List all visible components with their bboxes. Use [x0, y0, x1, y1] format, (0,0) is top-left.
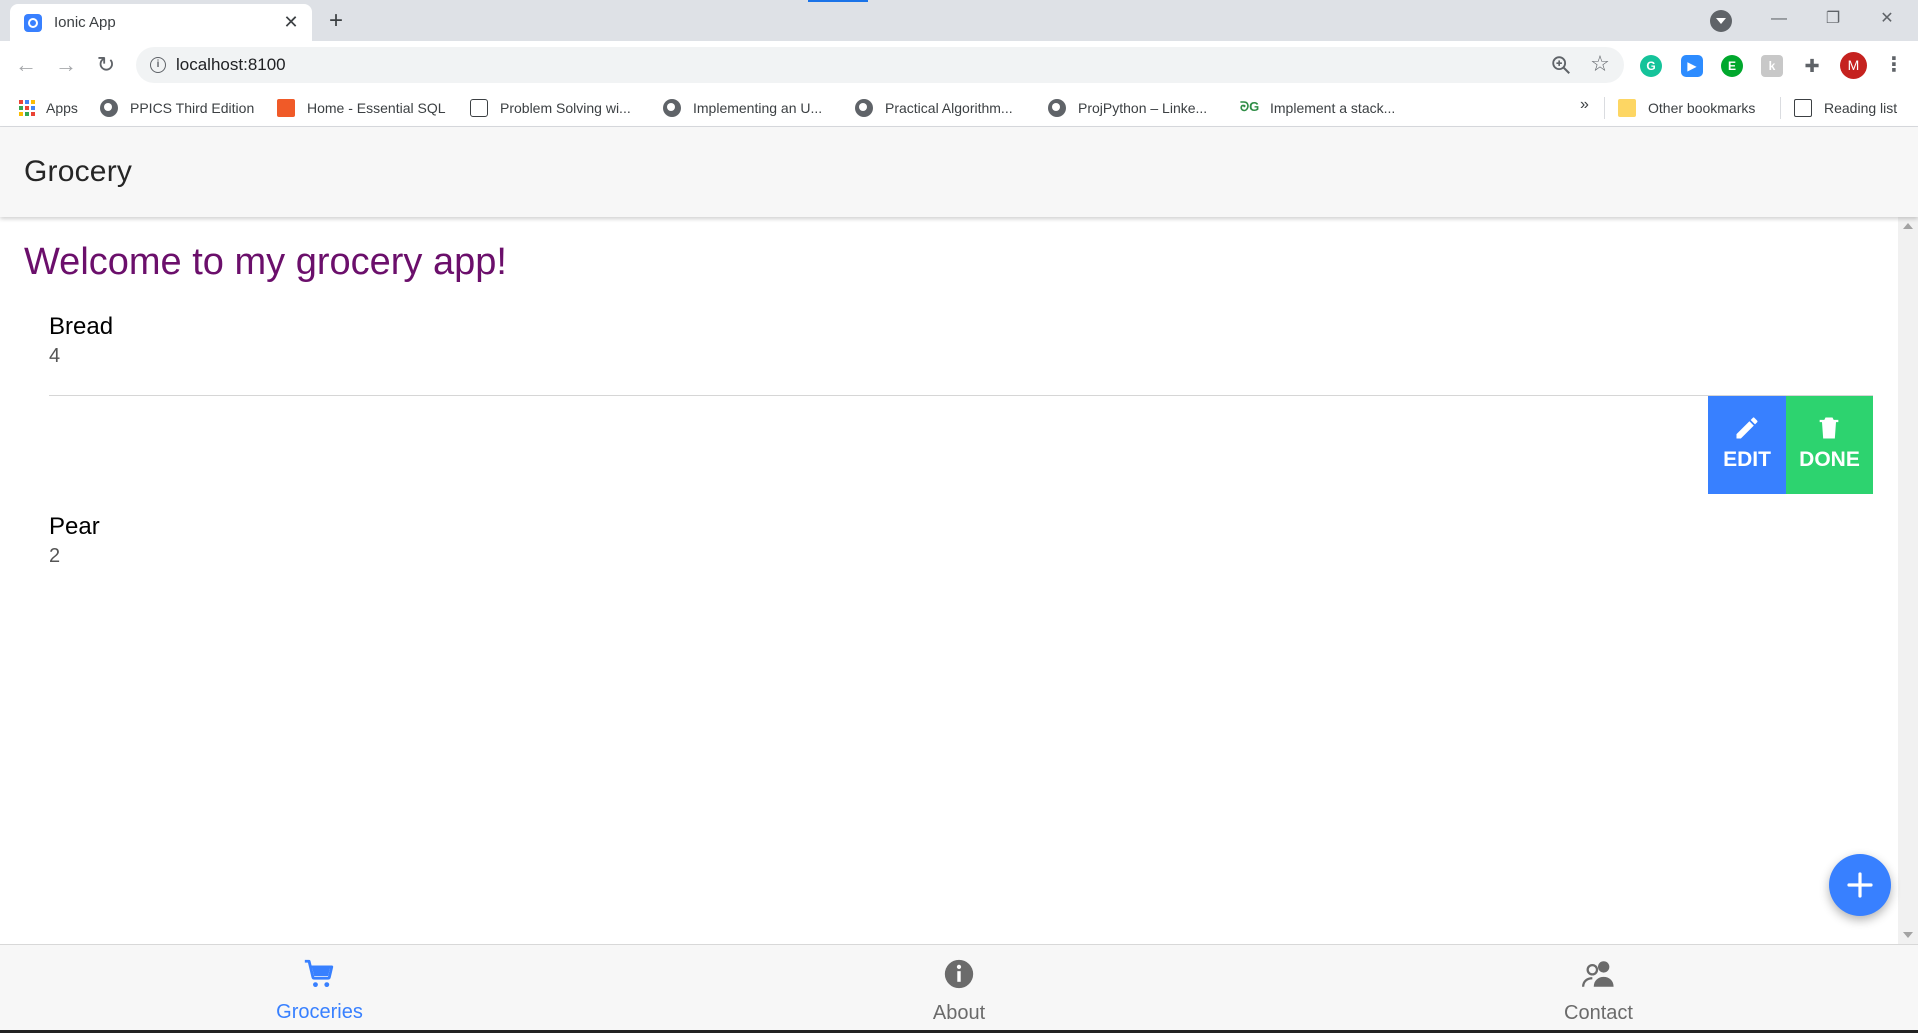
tab-about[interactable]: About	[639, 945, 1279, 1031]
extension-icon[interactable]: k	[1761, 55, 1783, 77]
bookmark-separator	[1604, 97, 1605, 119]
tab-title: Ionic App	[54, 14, 116, 31]
puzzle-extensions-icon[interactable]: ✚	[1801, 55, 1823, 77]
forward-arrow-icon[interactable]: →	[50, 49, 82, 81]
bookmark-label: Implement a stack...	[1270, 100, 1396, 116]
globe-icon	[663, 99, 681, 117]
globe-icon	[1048, 99, 1066, 117]
restore-button[interactable]: ❐	[1810, 4, 1856, 34]
welcome-heading: Welcome to my grocery app!	[24, 241, 507, 283]
browser-tab-strip: Ionic App ✕ + — ❐ ✕	[0, 0, 1918, 41]
sql-icon	[277, 99, 295, 117]
done-label: DONE	[1799, 448, 1860, 471]
trash-icon	[1819, 417, 1839, 439]
ionic-favicon-icon	[24, 14, 42, 32]
tab-label: About	[932, 1002, 986, 1024]
url-text[interactable]: localhost:8100	[176, 55, 286, 75]
tab-groceries[interactable]: Groceries	[0, 945, 639, 1031]
globe-icon	[100, 99, 118, 117]
item-quantity: 2	[49, 545, 61, 567]
profile-avatar[interactable]: M	[1840, 52, 1867, 79]
tab-label: Contact	[1564, 1002, 1633, 1024]
bookmark-label: Implementing an U...	[693, 100, 823, 116]
tab-contact[interactable]: Contact	[1279, 945, 1918, 1031]
edit-label: EDIT	[1723, 448, 1771, 471]
new-tab-button[interactable]: +	[322, 8, 350, 36]
reload-icon[interactable]: ↻	[90, 49, 122, 81]
item-quantity: 4	[49, 345, 61, 367]
zoom-icon[interactable]	[1550, 54, 1572, 76]
browser-menu-icon[interactable]: ⋮	[1882, 53, 1906, 77]
information-circle-icon	[944, 959, 974, 989]
edit-button[interactable]: EDIT	[1708, 396, 1786, 494]
bookmark-separator	[1780, 97, 1781, 119]
scroll-up-arrow-icon[interactable]	[1903, 223, 1913, 229]
add-icon	[1847, 872, 1873, 898]
bookmark-star-icon[interactable]: ☆	[1588, 52, 1612, 76]
scroll-down-arrow-icon[interactable]	[1903, 932, 1913, 938]
site-info-icon[interactable]: i	[150, 57, 166, 73]
tab-close-button[interactable]: ✕	[280, 11, 302, 33]
bookmark-label: Practical Algorithm...	[885, 100, 1013, 116]
list-item-bread[interactable]: Bread 4	[49, 313, 1873, 383]
reading-list-label: Reading list	[1824, 100, 1898, 116]
minimize-button[interactable]: —	[1756, 4, 1802, 34]
document-icon	[470, 99, 488, 117]
app-content: Welcome to my grocery app! Bread 4 EDIT …	[0, 217, 1898, 944]
people-icon	[1581, 961, 1614, 987]
cart-icon	[304, 959, 334, 988]
folder-icon	[1618, 99, 1636, 117]
browser-tab[interactable]: Ionic App ✕	[10, 4, 312, 41]
grammarly-icon[interactable]: G	[1640, 55, 1662, 77]
bookmark-label: Problem Solving wi...	[500, 100, 631, 116]
close-window-button[interactable]: ✕	[1864, 4, 1910, 34]
pencil-icon	[1736, 417, 1758, 439]
bookmark-label: Home - Essential SQL	[307, 100, 446, 116]
item-name: Pear	[49, 513, 100, 540]
app-header: Grocery	[0, 127, 1918, 217]
reading-list-icon	[1794, 99, 1812, 117]
page-title: Grocery	[24, 155, 133, 188]
bookmark-label: ProjPython – Linke...	[1078, 100, 1208, 116]
bookmarks-overflow-button[interactable]: »	[1580, 96, 1589, 116]
gfg-icon: ᘒG	[1240, 99, 1260, 114]
other-bookmarks-label: Other bookmarks	[1648, 100, 1756, 116]
tab-search-icon[interactable]	[1710, 10, 1732, 32]
tab-drag-indicator	[808, 0, 868, 2]
list-item-pear[interactable]: Pear 2	[49, 513, 1873, 583]
bookmark-label: PPICS Third Edition	[130, 100, 255, 116]
bookmark-label: Apps	[46, 100, 78, 116]
add-item-fab[interactable]	[1829, 854, 1891, 916]
done-button[interactable]: DONE	[1786, 396, 1873, 494]
bookmarks-bar: Apps PPICS Third Edition Home - Essentia…	[0, 89, 1918, 127]
browser-toolbar: ← → ↻ i localhost:8100 ☆ G ▶ E k ✚ M ⋮	[0, 41, 1918, 89]
zoom-extension-icon[interactable]: ▶	[1681, 55, 1703, 77]
evernote-icon[interactable]: E	[1721, 55, 1743, 77]
scrollbar[interactable]	[1898, 217, 1918, 944]
address-bar[interactable]: i localhost:8100 ☆	[136, 47, 1624, 83]
globe-icon	[855, 99, 873, 117]
back-arrow-icon[interactable]: ←	[10, 49, 42, 81]
tab-label: Groceries	[276, 1001, 363, 1023]
item-name: Bread	[49, 313, 114, 340]
tab-bar: Groceries About Contact	[0, 944, 1918, 1030]
item-divider	[49, 395, 1873, 396]
apps-grid-icon	[19, 100, 35, 116]
